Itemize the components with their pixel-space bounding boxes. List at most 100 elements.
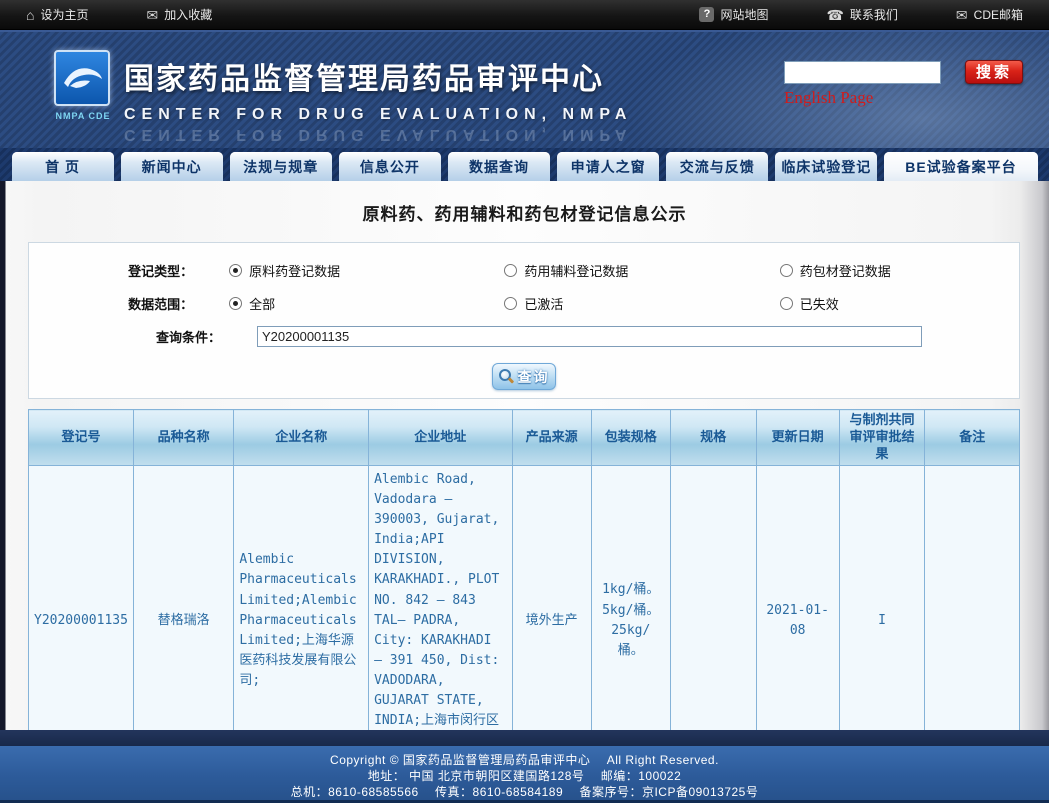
radio-raw-material[interactable]: 原料药登记数据: [229, 261, 468, 280]
radio-activated-label: 已激活: [524, 294, 563, 313]
col-remark: 备注: [925, 410, 1020, 466]
col-reg-no: 登记号: [29, 410, 134, 466]
magnifier-icon: [499, 369, 513, 384]
topbar-right: ? 网站地图 ☎ 联系我们 ✉ CDE邮箱: [641, 6, 1023, 23]
footer-address: 地址： 中国 北京市朝阳区建国路128号 邮编：100022: [0, 768, 1049, 784]
col-source: 产品来源: [512, 410, 591, 466]
col-spec: 规格: [670, 410, 756, 466]
radio-activated[interactable]: 已激活: [504, 294, 743, 313]
query-condition-input[interactable]: [257, 326, 922, 347]
cell-remark: [925, 465, 1020, 730]
cell-product-name: 替格瑞洛: [133, 465, 233, 730]
results-table: 登记号 品种名称 企业名称 企业地址 产品来源 包装规格 规格 更新日期 与制剂…: [28, 409, 1020, 730]
table-header-row: 登记号 品种名称 企业名称 企业地址 产品来源 包装规格 规格 更新日期 与制剂…: [29, 410, 1020, 466]
site-footer: Copyright © 国家药品监督管理局药品审评中心 All Right Re…: [0, 746, 1049, 803]
radio-packaging-material-label: 药包材登记数据: [800, 261, 891, 280]
site-subtitle-reflection: CENTER FOR DRUG EVALUATION, NMPA: [124, 125, 632, 143]
sitemap-link[interactable]: ? 网站地图: [699, 6, 768, 23]
tab-clinical-trial[interactable]: 临床试验登记: [775, 152, 877, 181]
tab-news[interactable]: 新闻中心: [121, 152, 223, 181]
nmpa-cde-logo-icon: [54, 50, 110, 106]
header-titles: 国家药品监督管理局药品审评中心 CENTER FOR DRUG EVALUATI…: [124, 54, 632, 143]
phone-icon: ☎: [826, 8, 843, 22]
radio-icon[interactable]: [504, 297, 517, 310]
radio-excipient-label: 药用辅料登记数据: [524, 261, 628, 280]
radio-expired[interactable]: 已失效: [780, 294, 1019, 313]
cell-company: Alembic Pharmaceuticals Limited;Alembic …: [234, 465, 369, 730]
contact-label: 联系我们: [850, 6, 898, 23]
radio-icon[interactable]: [229, 297, 242, 310]
footer-contact: 总机：8610-68585566 传真：8610-68584189 备案序号：京…: [0, 784, 1049, 800]
home-icon: ⌂: [26, 8, 34, 22]
cell-update-date: 2021-01-08: [756, 465, 839, 730]
tab-info-disclosure[interactable]: 信息公开: [339, 152, 441, 181]
contact-link[interactable]: ☎ 联系我们: [826, 6, 897, 23]
logo-swoosh-icon: [60, 61, 104, 95]
set-home-label: 设为主页: [40, 6, 88, 23]
page-title: 原料药、药用辅料和药包材登记信息公示: [0, 181, 1049, 242]
tab-home[interactable]: 首 页: [12, 152, 114, 181]
add-favorite-label: 加入收藏: [164, 6, 212, 23]
mail-icon: ✉: [956, 8, 968, 22]
range-label: 数据范围：: [29, 294, 193, 313]
sitemap-label: 网站地图: [720, 6, 768, 23]
site-header: NMPA CDE 国家药品监督管理局药品审评中心 CENTER FOR DRUG…: [0, 30, 1049, 148]
cell-packaging: 1kg/桶。5kg/桶。25kg/桶。: [591, 465, 670, 730]
col-packaging: 包装规格: [591, 410, 670, 466]
form-row-range: 数据范围： 全部 已激活 已失效: [29, 287, 1019, 320]
col-review-result: 与制剂共同审评审批结果: [839, 410, 925, 466]
tab-be-platform[interactable]: BE试验备案平台: [884, 152, 1037, 181]
cell-address: Alembic Road, Vadodara – 390003, Gujarat…: [369, 465, 512, 730]
cell-reg-no: Y20200001135: [29, 465, 134, 730]
topbar-left: ⌂ 设为主页 ✉ 加入收藏: [26, 6, 270, 23]
col-update-date: 更新日期: [756, 410, 839, 466]
cell-source: 境外生产: [512, 465, 591, 730]
tab-applicant-window[interactable]: 申请人之窗: [557, 152, 659, 181]
english-page-link[interactable]: English Page: [784, 88, 873, 108]
cell-spec: [670, 465, 756, 730]
radio-all[interactable]: 全部: [229, 294, 468, 313]
question-icon: ?: [699, 7, 714, 22]
pre-footer-strip: [0, 730, 1049, 746]
set-home-link[interactable]: ⌂ 设为主页: [26, 6, 88, 23]
main-nav: 首 页 新闻中心 法规与规章 信息公开 数据查询 申请人之窗 交流与反馈 临床试…: [0, 148, 1049, 181]
col-product-name: 品种名称: [133, 410, 233, 466]
cell-review-result: I: [839, 465, 925, 730]
radio-packaging-material[interactable]: 药包材登记数据: [780, 261, 1019, 280]
radio-icon[interactable]: [229, 264, 242, 277]
logo[interactable]: NMPA CDE: [54, 50, 112, 121]
site-search-button[interactable]: 搜索: [965, 60, 1023, 84]
add-favorite-link[interactable]: ✉ 加入收藏: [146, 6, 212, 23]
query-form: 登记类型： 原料药登记数据 药用辅料登记数据 药包材登记数据 数据范围：: [28, 242, 1020, 399]
logo-caption: NMPA CDE: [54, 111, 112, 121]
radio-icon[interactable]: [504, 264, 517, 277]
radio-icon[interactable]: [780, 264, 793, 277]
query-condition-label: 查询条件：: [29, 327, 221, 346]
radio-excipient[interactable]: 药用辅料登记数据: [504, 261, 743, 280]
query-button-row: 查询: [29, 363, 1019, 390]
main-content: 原料药、药用辅料和药包材登记信息公示 登记类型： 原料药登记数据 药用辅料登记数…: [0, 181, 1049, 730]
form-row-query: 查询条件：: [29, 320, 1019, 353]
page-root: ⌂ 设为主页 ✉ 加入收藏 ? 网站地图 ☎ 联系我们 ✉ CDE邮箱: [0, 0, 1049, 803]
type-label: 登记类型：: [29, 261, 193, 280]
tab-regulations[interactable]: 法规与规章: [230, 152, 332, 181]
envelope-icon: ✉: [146, 8, 158, 22]
form-row-type: 登记类型： 原料药登记数据 药用辅料登记数据 药包材登记数据: [29, 254, 1019, 287]
radio-raw-material-label: 原料药登记数据: [249, 261, 340, 280]
tab-data-query[interactable]: 数据查询: [448, 152, 550, 181]
tab-feedback[interactable]: 交流与反馈: [666, 152, 768, 181]
cde-mail-label: CDE邮箱: [974, 6, 1023, 23]
footer-copyright: Copyright © 国家药品监督管理局药品审评中心 All Right Re…: [0, 752, 1049, 768]
site-search-input[interactable]: [784, 61, 941, 84]
topbar: ⌂ 设为主页 ✉ 加入收藏 ? 网站地图 ☎ 联系我们 ✉ CDE邮箱: [0, 0, 1049, 30]
query-button-label: 查询: [518, 367, 550, 387]
header-search-zone: 搜索 English Page: [784, 60, 1024, 108]
table-row: Y20200001135 替格瑞洛 Alembic Pharmaceutical…: [29, 465, 1020, 730]
radio-all-label: 全部: [249, 294, 275, 313]
col-company: 企业名称: [234, 410, 369, 466]
radio-icon[interactable]: [780, 297, 793, 310]
cde-mail-link[interactable]: ✉ CDE邮箱: [956, 6, 1023, 23]
query-button[interactable]: 查询: [492, 363, 556, 390]
site-subtitle: CENTER FOR DRUG EVALUATION, NMPA: [124, 106, 632, 124]
col-address: 企业地址: [369, 410, 512, 466]
